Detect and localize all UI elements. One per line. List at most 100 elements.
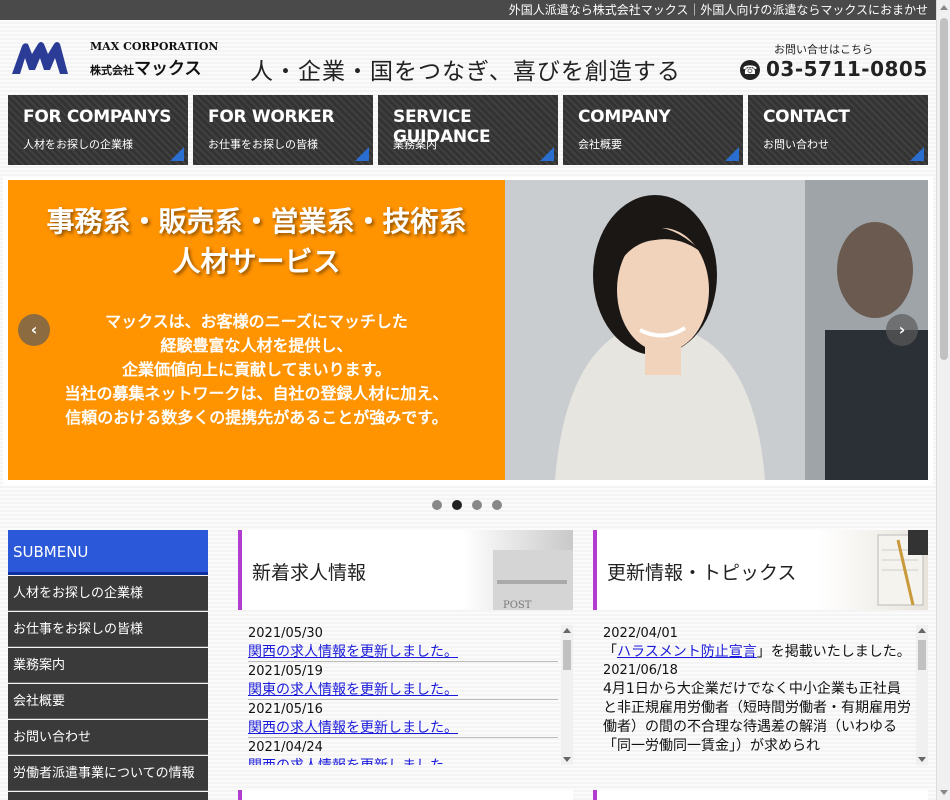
topics-list: 2022/04/01 「ハラスメント防止宣言」を掲載いたしました。 2021/0… [603, 625, 913, 756]
topic-date: 2021/06/18 [603, 663, 678, 678]
nav-item-jp-label: 会社概要 [578, 138, 622, 151]
slide-photo [505, 180, 928, 480]
mailbox-photo-image: POST [463, 530, 573, 610]
scroll-thumb[interactable] [918, 640, 926, 670]
job-date: 2021/05/19 [248, 664, 323, 679]
nav-item-jp-label: 業務案内 [393, 138, 437, 151]
topic-date: 2022/04/01 [603, 626, 678, 641]
main-nav: FOR COMPANYS 人材をお探しの企業様 FOR WORKER お仕事をお… [8, 95, 928, 165]
logo-english-name: MAX CORPORATION [90, 40, 219, 53]
scroll-down-arrow-icon[interactable] [918, 757, 926, 762]
nav-item-en-label: FOR WORKER [208, 107, 335, 127]
logo-name: マックス [134, 59, 202, 79]
slide-title-line: 人材サービス [172, 245, 341, 278]
hero-slider: 事務系・販売系・営業系・技術系 人材サービス マックスは、お客様のニーズにマッチ… [3, 177, 933, 485]
submenu-item-partial[interactable] [8, 792, 208, 800]
submenu: SUBMENU 人材をお探しの企業様 お仕事をお探しの皆様 業務案内 会社概要 … [8, 530, 208, 800]
slide-text-panel: 事務系・販売系・営業系・技術系 人材サービス マックスは、お客様のニーズにマッチ… [8, 180, 505, 480]
topic-text-post: 」を掲載いたしました。 [756, 644, 911, 660]
phone-number[interactable]: 03-5711-0805 [766, 57, 928, 81]
jobs-list-box[interactable]: 2021/05/30 関西の求人情報を更新しました。 2021/05/19 関東… [238, 625, 573, 765]
slide-body-line: 当社の募集ネットワークは、自社の登録人材に加え、 [64, 384, 449, 403]
job-date: 2021/04/24 [248, 740, 323, 755]
panel-title: 新着求人情報 [252, 562, 367, 584]
nav-item-en-label: COMPANY [578, 107, 671, 127]
jobs-scrollbar[interactable] [561, 625, 573, 765]
submenu-item-companies[interactable]: 人材をお探しの企業様 [8, 576, 208, 611]
submenu-item-company[interactable]: 会社概要 [8, 684, 208, 719]
panel-title: 更新情報・トピックス [607, 562, 797, 584]
slide-body-line: 信頼のおける数多くの提携先があることが強みです。 [65, 408, 448, 427]
scroll-up-arrow-icon[interactable] [918, 628, 926, 633]
corner-triangle-icon [910, 147, 924, 161]
job-date: 2021/05/30 [248, 626, 323, 641]
slide-body-line: 企業価値向上に貢献してまいります。 [121, 360, 392, 379]
contact-label: お問い合せはこちら [774, 43, 873, 56]
job-date: 2021/05/16 [248, 702, 323, 717]
job-link[interactable]: 関西の求人情報を更新しました。 [248, 719, 558, 738]
scroll-up-arrow-icon[interactable] [563, 628, 571, 633]
panel-header: 新着求人情報 POST [238, 530, 573, 610]
nav-item-company[interactable]: COMPANY 会社概要 [563, 95, 743, 165]
scroll-thumb[interactable] [940, 18, 948, 360]
logo-japanese-name: 株式会社マックス [90, 54, 202, 79]
site-tagline: 人・企業・国をつなぎ、喜びを創造する [250, 59, 681, 85]
nav-item-for-worker[interactable]: FOR WORKER お仕事をお探しの皆様 [193, 95, 373, 165]
nav-item-jp-label: お問い合わせ [763, 138, 829, 151]
scroll-up-arrow-icon[interactable] [940, 5, 948, 10]
businesswoman-photo-image [505, 180, 928, 480]
nav-item-contact[interactable]: CONTACT お問い合わせ [748, 95, 928, 165]
nav-item-for-companies[interactable]: FOR COMPANYS 人材をお探しの企業様 [8, 95, 188, 165]
svg-text:POST: POST [503, 600, 532, 610]
topics-list-box[interactable]: 2022/04/01 「ハラスメント防止宣言」を掲載いたしました。 2021/0… [593, 625, 928, 765]
slide-body-line: 経験豊富な人材を提供し、 [160, 336, 353, 355]
nav-item-en-label: FOR COMPANYS [23, 107, 172, 127]
top-bar-text: 外国人派遣なら株式会社マックス｜外国人向けの派遣ならマックスにおまかせ [508, 3, 928, 17]
topic-text: 「ハラスメント防止宣言」を掲載いたしました。 [603, 643, 913, 662]
max-logo-icon [12, 42, 68, 74]
submenu-item-contact[interactable]: お問い合わせ [8, 720, 208, 755]
job-link[interactable]: 関東の求人情報を更新しました。 [248, 681, 558, 700]
job-link[interactable]: 関西の求人情報を更新しました。 [248, 757, 558, 765]
submenu-item-services[interactable]: 業務案内 [8, 648, 208, 683]
slide-body: マックスは、お客様のニーズにマッチした 経験豊富な人材を提供し、 企業価値向上に… [8, 310, 505, 430]
slide-body-line: マックスは、お客様のニーズにマッチした [105, 312, 408, 331]
corner-triangle-icon [725, 147, 739, 161]
scroll-thumb[interactable] [563, 640, 571, 670]
scroll-down-arrow-icon[interactable] [563, 757, 571, 762]
slider-dot[interactable] [492, 500, 502, 510]
submenu-item-workers[interactable]: お仕事をお探しの皆様 [8, 612, 208, 647]
phone-icon: ☎ [740, 60, 760, 80]
topic-text: 4月1日から大企業だけでなく中小企業も正社員と非正規雇用労働者（短時間労働者・有… [603, 681, 911, 754]
scroll-down-arrow-icon[interactable] [940, 790, 948, 795]
harassment-policy-link[interactable]: ハラスメント防止宣言 [617, 644, 757, 660]
slide-title: 事務系・販売系・営業系・技術系 人材サービス [8, 202, 505, 282]
corner-triangle-icon [170, 147, 184, 161]
slider-next-button[interactable]: › [886, 314, 918, 346]
contact-phone-box[interactable]: お問い合せはこちら ☎ 03-5711-0805 [740, 40, 930, 81]
page-scrollbar[interactable] [936, 0, 950, 800]
submenu-title: SUBMENU [8, 530, 208, 575]
submenu-item-dispatch-info[interactable]: 労働者派遣事業についての情報 [8, 756, 208, 791]
slider-dot-active[interactable] [452, 500, 462, 510]
nav-item-jp-label: 人材をお探しの企業様 [23, 138, 133, 151]
slider-dot[interactable] [432, 500, 442, 510]
jobs-list: 2021/05/30 関西の求人情報を更新しました。 2021/05/19 関東… [248, 625, 558, 765]
slider-prev-button[interactable]: ‹ [18, 314, 50, 346]
corner-triangle-icon [355, 147, 369, 161]
slide-title-line: 事務系・販売系・営業系・技術系 [46, 205, 467, 238]
panel-header: 更新情報・トピックス [593, 530, 928, 610]
corner-triangle-icon [540, 147, 554, 161]
company-logo[interactable]: MAX CORPORATION 株式会社マックス [10, 40, 218, 80]
topics-scrollbar[interactable] [916, 625, 928, 765]
top-bar: 外国人派遣なら株式会社マックス｜外国人向けの派遣ならマックスにおまかせ [0, 0, 936, 20]
panel-header-partial [242, 790, 573, 800]
slider-dot[interactable] [472, 500, 482, 510]
notebook-photo-image [818, 530, 928, 610]
logo-prefix: 株式会社 [90, 64, 134, 77]
job-link[interactable]: 関西の求人情報を更新しました。 [248, 643, 558, 662]
nav-item-service-guidance[interactable]: SERVICE GUIDANCE 業務案内 [378, 95, 558, 165]
next-panels-partial [238, 790, 928, 800]
nav-item-en-label: CONTACT [763, 107, 850, 127]
panel-header-partial [597, 790, 928, 800]
